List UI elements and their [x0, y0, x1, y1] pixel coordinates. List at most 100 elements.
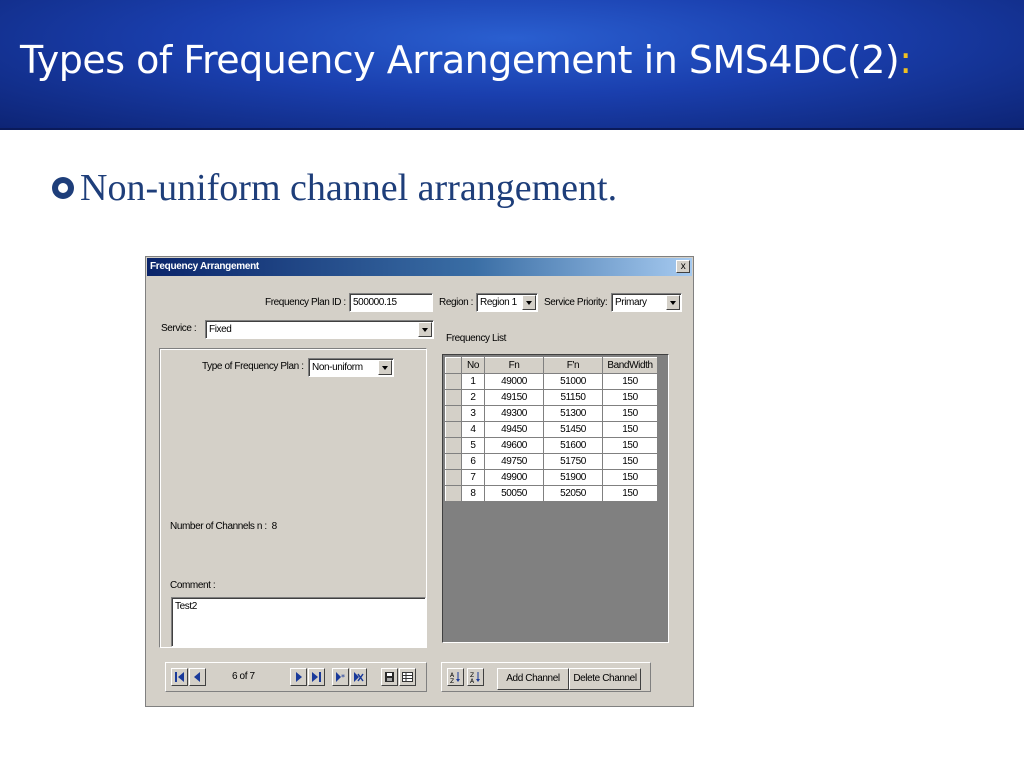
cell-no[interactable]: 2 [461, 389, 485, 406]
add-channel-button[interactable]: Add Channel [497, 668, 569, 690]
table-row[interactable]: 5 49600 51600 150 [445, 437, 658, 454]
table-row[interactable]: 3 49300 51300 150 [445, 405, 658, 422]
close-button[interactable]: x [676, 260, 690, 273]
column-header-bandwidth[interactable]: BandWidth [602, 357, 658, 374]
circle-bullet-icon [52, 177, 74, 199]
cell-fpn[interactable]: 51000 [543, 373, 603, 390]
table-header-row: No Fn F'n BandWidth [445, 357, 658, 374]
cell-fpn[interactable]: 51900 [543, 469, 603, 486]
new-record-button[interactable]: * [332, 668, 349, 686]
cell-bandwidth[interactable]: 150 [602, 421, 658, 438]
new-record-icon: * [336, 672, 345, 682]
plan-type-label: Type of Frequency Plan : [202, 361, 304, 372]
table-row[interactable]: 7 49900 51900 150 [445, 469, 658, 486]
table-row[interactable]: 1 49000 51000 150 [445, 373, 658, 390]
dialog-titlebar: Frequency Arrangement x [147, 258, 692, 276]
row-selector[interactable] [445, 469, 462, 486]
cell-no[interactable]: 8 [461, 485, 485, 502]
cell-bandwidth[interactable]: 150 [602, 373, 658, 390]
service-select[interactable]: Fixed [205, 320, 434, 339]
record-navigation-toolbar: 6 of 7 * [165, 662, 427, 692]
row-selector[interactable] [445, 389, 462, 406]
delete-record-button[interactable] [350, 668, 367, 686]
delete-channel-button[interactable]: Delete Channel [569, 668, 641, 690]
sort-descending-button[interactable]: ZA [467, 668, 484, 686]
plan-type-value: Non-uniform [312, 362, 363, 373]
comment-value: Test2 [175, 601, 197, 612]
chevron-down-icon[interactable] [522, 295, 536, 310]
frequency-grid[interactable]: No Fn F'n BandWidth 1 49000 51000 150 2 49150… [442, 354, 669, 643]
sort-descending-icon: ZA [470, 672, 480, 683]
region-select[interactable]: Region 1 [476, 293, 538, 312]
cell-fn[interactable]: 49750 [484, 453, 544, 470]
cell-bandwidth[interactable]: 150 [602, 437, 658, 454]
cell-fn[interactable]: 49150 [484, 389, 544, 406]
region-value: Region 1 [480, 297, 517, 308]
table-row[interactable]: 6 49750 51750 150 [445, 453, 658, 470]
chevron-down-icon[interactable] [666, 295, 680, 310]
column-header-no[interactable]: No [461, 357, 485, 374]
cell-no[interactable]: 1 [461, 373, 485, 390]
priority-select[interactable]: Primary [611, 293, 682, 312]
frequency-arrangement-dialog: Frequency Arrangement x Frequency Plan I… [145, 256, 694, 707]
column-header-fn[interactable]: Fn [484, 357, 544, 374]
table-row[interactable]: 4 49450 51450 150 [445, 421, 658, 438]
priority-value: Primary [615, 297, 647, 308]
chevron-down-icon[interactable] [378, 360, 392, 375]
row-selector[interactable] [445, 437, 462, 454]
previous-record-button[interactable] [189, 668, 206, 686]
cell-no[interactable]: 6 [461, 453, 485, 470]
table-row[interactable]: 2 49150 51150 150 [445, 389, 658, 406]
cell-bandwidth[interactable]: 150 [602, 453, 658, 470]
save-button[interactable] [381, 668, 398, 686]
channels-label: Number of Channels n : 8 [170, 521, 277, 532]
region-label: Region : [439, 297, 474, 308]
channels-label-text: Number of Channels n : [170, 521, 267, 532]
cell-fn[interactable]: 49300 [484, 405, 544, 422]
row-selector[interactable] [445, 421, 462, 438]
row-selector[interactable] [445, 453, 462, 470]
cell-bandwidth[interactable]: 150 [602, 485, 658, 502]
next-record-button[interactable] [290, 668, 307, 686]
sort-ascending-button[interactable]: AZ [447, 668, 464, 686]
cell-no[interactable]: 4 [461, 421, 485, 438]
cell-no[interactable]: 5 [461, 437, 485, 454]
last-record-button[interactable] [308, 668, 325, 686]
frequency-list-label: Frequency List [446, 333, 506, 344]
cell-no[interactable]: 7 [461, 469, 485, 486]
service-label: Service : [161, 323, 197, 334]
cell-fn[interactable]: 50050 [484, 485, 544, 502]
grid-view-icon [402, 672, 413, 682]
cell-fn[interactable]: 49000 [484, 373, 544, 390]
svg-text:*: * [341, 673, 345, 682]
cell-fpn[interactable]: 52050 [543, 485, 603, 502]
cell-bandwidth[interactable]: 150 [602, 405, 658, 422]
cell-fpn[interactable]: 51150 [543, 389, 603, 406]
plan-id-label: Frequency Plan ID : [265, 297, 346, 308]
cell-no[interactable]: 3 [461, 405, 485, 422]
cell-fpn[interactable]: 51600 [543, 437, 603, 454]
cell-bandwidth[interactable]: 150 [602, 469, 658, 486]
plan-id-field[interactable]: 500000.15 [349, 293, 433, 312]
cell-fpn[interactable]: 51750 [543, 453, 603, 470]
plan-id-value: 500000.15 [353, 297, 397, 308]
cell-fn[interactable]: 49600 [484, 437, 544, 454]
next-record-icon [296, 672, 302, 682]
comment-textarea[interactable]: Test2 [171, 597, 426, 647]
column-header-fpn[interactable]: F'n [543, 357, 603, 374]
first-record-button[interactable] [171, 668, 188, 686]
cell-bandwidth[interactable]: 150 [602, 389, 658, 406]
row-selector[interactable] [445, 405, 462, 422]
grid-view-button[interactable] [399, 668, 416, 686]
cell-fpn[interactable]: 51450 [543, 421, 603, 438]
plan-type-select[interactable]: Non-uniform [308, 358, 394, 377]
cell-fn[interactable]: 49900 [484, 469, 544, 486]
table-row[interactable]: 8 50050 52050 150 [445, 485, 658, 502]
row-selector[interactable] [445, 485, 462, 502]
row-selector[interactable] [445, 373, 462, 390]
dialog-title: Frequency Arrangement [150, 261, 259, 272]
priority-label: Service Priority: [544, 297, 608, 308]
chevron-down-icon[interactable] [418, 322, 432, 337]
cell-fpn[interactable]: 51300 [543, 405, 603, 422]
cell-fn[interactable]: 49450 [484, 421, 544, 438]
